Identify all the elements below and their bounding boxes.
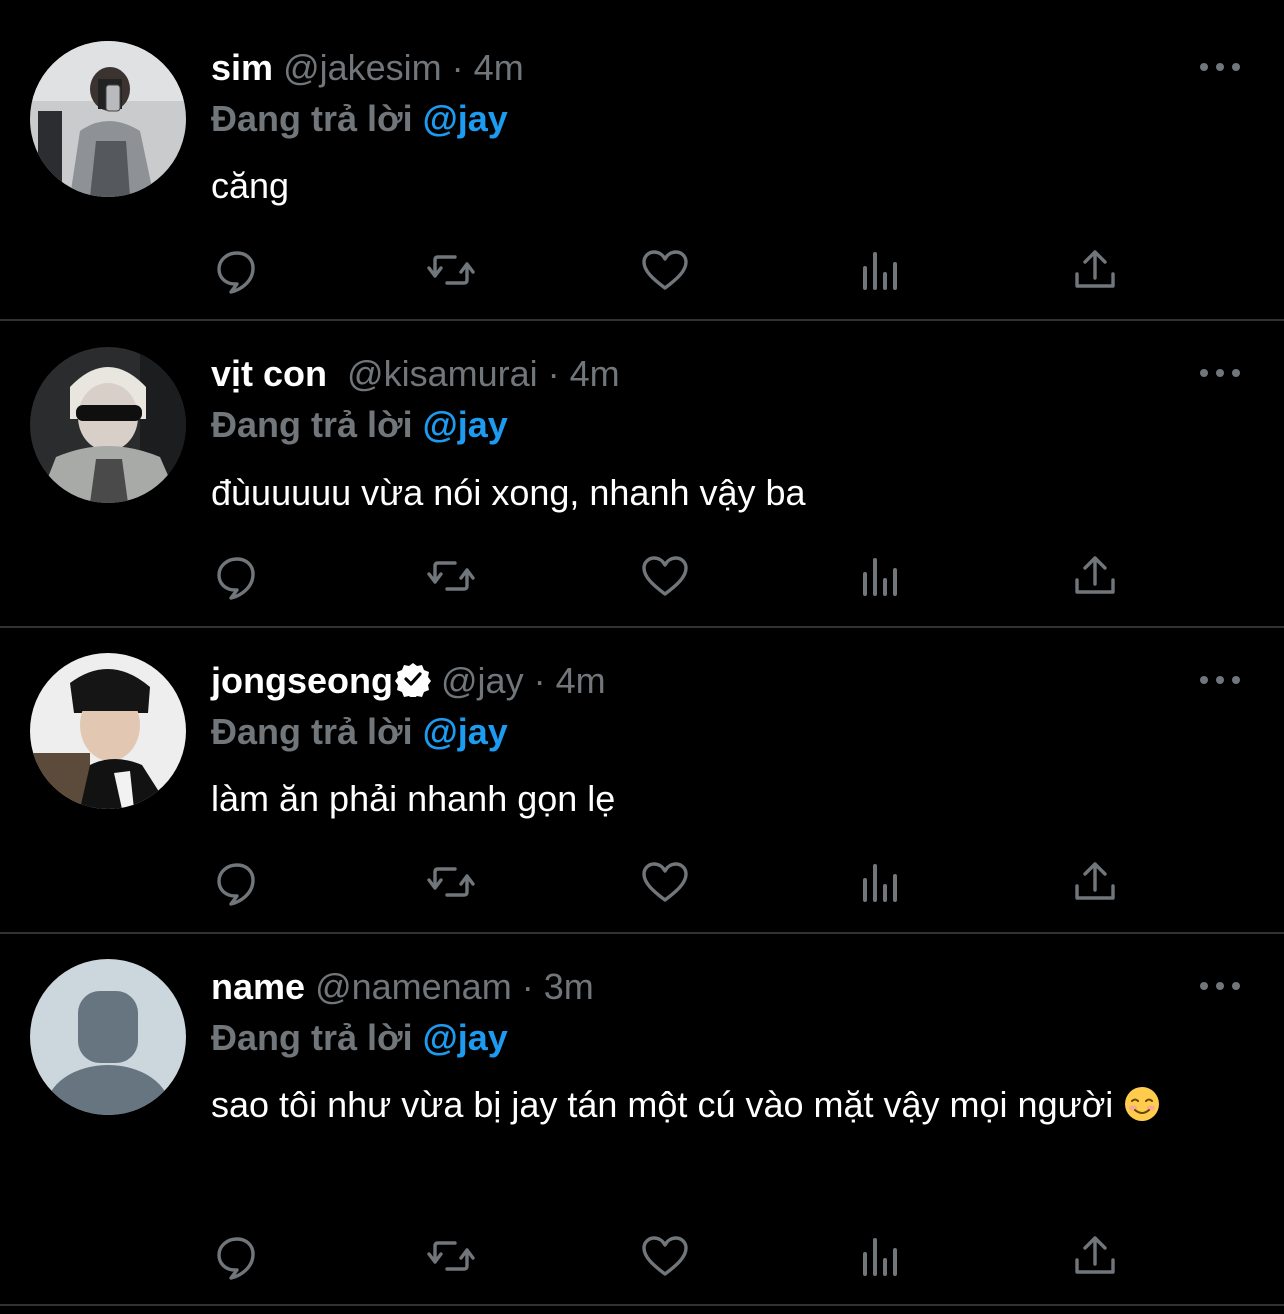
separator-dot: · — [451, 47, 464, 88]
retweet-icon[interactable] — [425, 550, 477, 602]
tweet-divider — [0, 932, 1284, 934]
more-options-icon[interactable] — [1196, 974, 1244, 998]
timestamp[interactable]: 4m — [570, 353, 620, 394]
views-icon[interactable] — [855, 244, 907, 296]
reply-icon[interactable] — [211, 244, 263, 296]
more-options-icon[interactable] — [1196, 361, 1244, 385]
share-icon[interactable] — [1069, 244, 1121, 296]
like-icon[interactable] — [639, 1230, 691, 1282]
replying-to: Đang trả lời @jay — [211, 710, 508, 754]
action-bar — [211, 856, 1131, 908]
reply-icon[interactable] — [211, 550, 263, 602]
user-handle[interactable]: @namenam — [315, 966, 512, 1007]
timestamp[interactable]: 3m — [544, 966, 594, 1007]
separator-dot: · — [521, 966, 534, 1007]
user-handle[interactable]: @jakesim — [283, 47, 442, 88]
reply-icon[interactable] — [211, 1230, 263, 1282]
timestamp[interactable]: 4m — [556, 660, 606, 701]
tweet-text: làm ăn phải nhanh gọn lẹ — [211, 778, 616, 819]
replying-label: Đang trả lời — [211, 98, 413, 139]
tweet-text: sao tôi như vừa bị jay tán một cú vào mặ… — [211, 1076, 1171, 1133]
tweet-divider — [0, 1304, 1284, 1306]
separator-dot: · — [533, 660, 546, 701]
avatar[interactable] — [30, 347, 186, 503]
separator-dot: · — [547, 353, 560, 394]
avatar[interactable] — [30, 653, 186, 809]
replying-to: Đang trả lời @jay — [211, 97, 508, 141]
views-icon[interactable] — [855, 1230, 907, 1282]
user-handle[interactable]: @jay — [441, 660, 524, 701]
like-icon[interactable] — [639, 244, 691, 296]
tweet-text-content: sao tôi như vừa bị jay tán một cú vào mặ… — [211, 1084, 1114, 1125]
display-name[interactable]: jongseong — [211, 660, 393, 701]
replying-to: Đang trả lời @jay — [211, 1016, 508, 1060]
like-icon[interactable] — [639, 856, 691, 908]
smiling-face-emoji — [1125, 1087, 1160, 1121]
action-bar — [211, 244, 1131, 296]
views-icon[interactable] — [855, 550, 907, 602]
tweet-divider — [0, 319, 1284, 321]
tweet-text: căng — [211, 165, 290, 206]
views-icon[interactable] — [855, 856, 907, 908]
display-name[interactable]: vịt con — [211, 353, 327, 394]
replying-label: Đang trả lời — [211, 711, 413, 752]
display-name[interactable]: name — [211, 966, 305, 1007]
share-icon[interactable] — [1069, 856, 1121, 908]
avatar[interactable] — [30, 959, 186, 1115]
action-bar — [211, 1230, 1131, 1282]
replying-label: Đang trả lời — [211, 1017, 413, 1058]
reply-icon[interactable] — [211, 856, 263, 908]
tweet-divider — [0, 626, 1284, 628]
reply-mention-link[interactable]: @jay — [423, 98, 508, 139]
share-icon[interactable] — [1069, 550, 1121, 602]
avatar[interactable] — [30, 41, 186, 197]
action-bar — [211, 550, 1131, 602]
replying-to: Đang trả lời @jay — [211, 403, 508, 447]
more-options-icon[interactable] — [1196, 668, 1244, 692]
user-handle[interactable]: @kisamurai — [347, 353, 538, 394]
more-options-icon[interactable] — [1196, 55, 1244, 79]
share-icon[interactable] — [1069, 1230, 1121, 1282]
reply-mention-link[interactable]: @jay — [423, 1017, 508, 1058]
retweet-icon[interactable] — [425, 1230, 477, 1282]
verified-badge-icon — [395, 663, 431, 697]
reply-mention-link[interactable]: @jay — [423, 404, 508, 445]
display-name[interactable]: sim — [211, 47, 273, 88]
tweet-text: đùuuuuu vừa nói xong, nhanh vậy ba — [211, 472, 806, 513]
reply-mention-link[interactable]: @jay — [423, 711, 508, 752]
like-icon[interactable] — [639, 550, 691, 602]
timestamp[interactable]: 4m — [474, 47, 524, 88]
retweet-icon[interactable] — [425, 244, 477, 296]
retweet-icon[interactable] — [425, 856, 477, 908]
replying-label: Đang trả lời — [211, 404, 413, 445]
